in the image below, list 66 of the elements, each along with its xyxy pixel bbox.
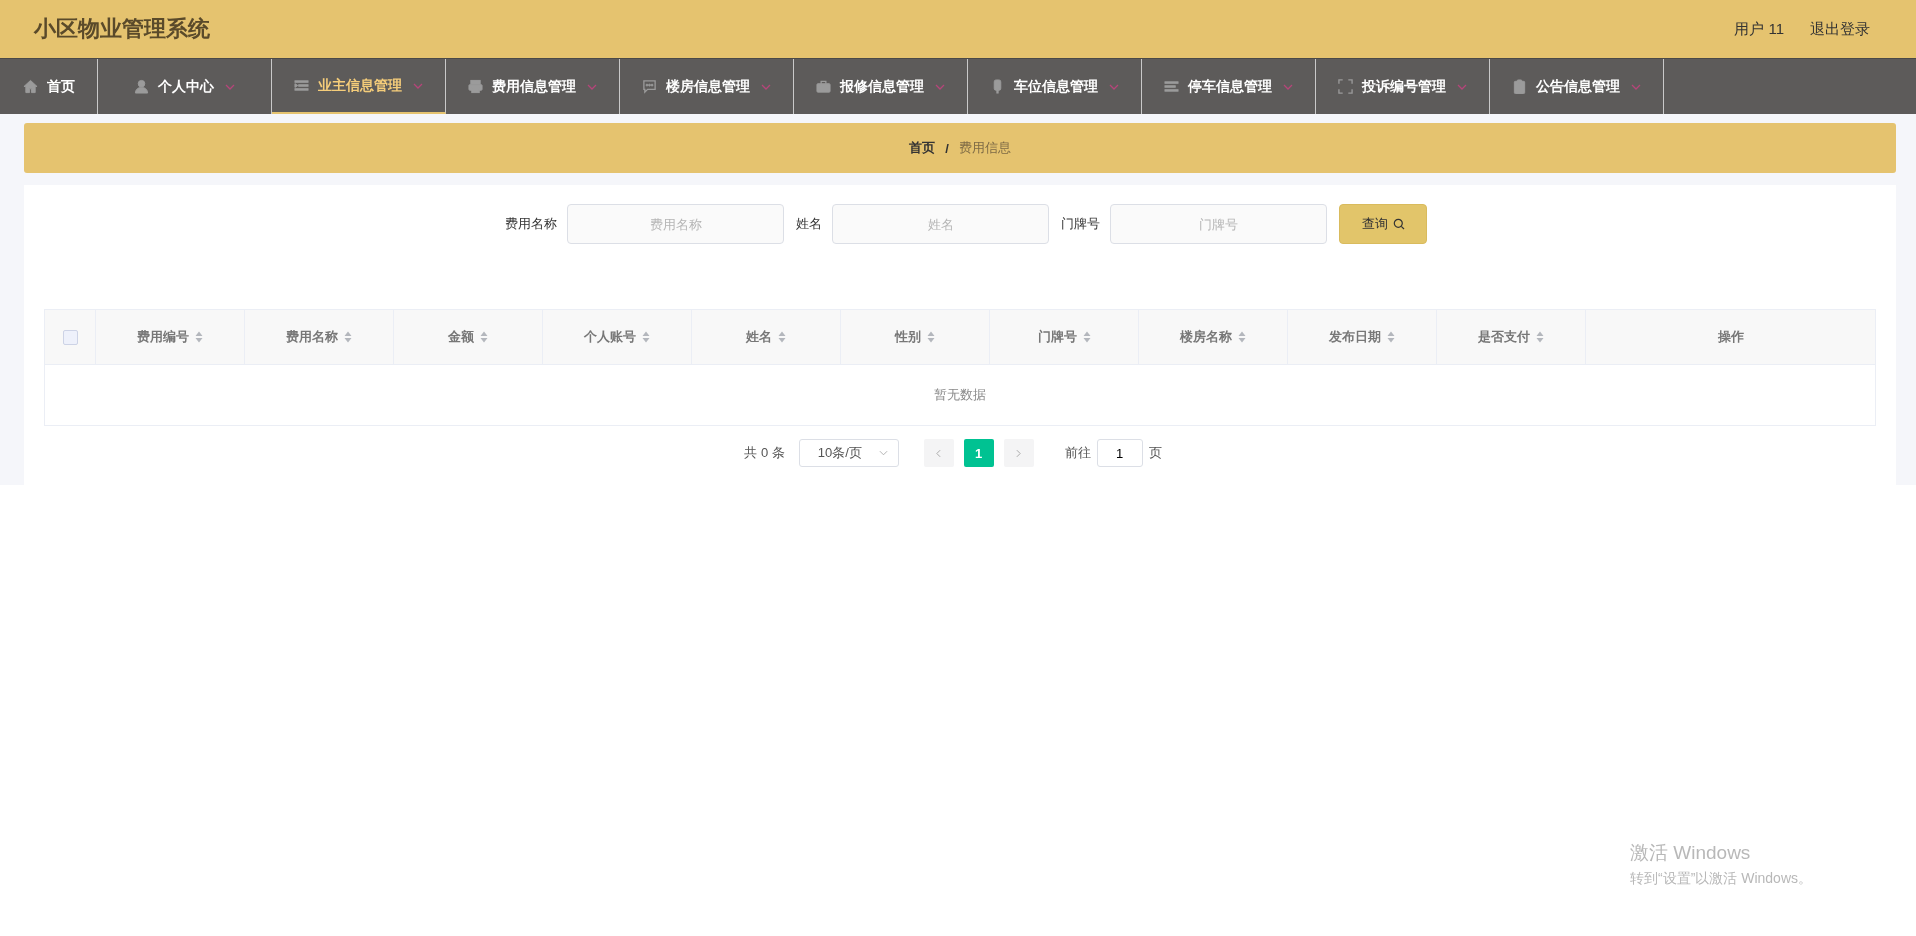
- search-field[interactable]: 门牌号: [1110, 204, 1327, 244]
- column-header: 操作: [1717, 328, 1744, 346]
- search-field[interactable]: 姓名: [832, 204, 1049, 244]
- column-header[interactable]: 性别: [895, 328, 921, 346]
- sort-icon[interactable]: [480, 331, 488, 343]
- goto-page-field[interactable]: 1: [1096, 439, 1143, 467]
- column-header[interactable]: 发布日期: [1329, 328, 1381, 346]
- sort-icon[interactable]: [195, 331, 203, 343]
- briefcase-icon: [816, 79, 831, 94]
- column-header[interactable]: 楼房名称: [1180, 328, 1232, 346]
- activation-text: 转到“设置”以激活 Windows。: [1630, 870, 1812, 888]
- search-button[interactable]: 查询: [1339, 204, 1427, 244]
- search-field[interactable]: 费用名称: [567, 204, 784, 244]
- column-header[interactable]: 是否支付: [1478, 328, 1530, 346]
- sort-icon[interactable]: [642, 331, 650, 343]
- select-all-checkbox[interactable]: [62, 329, 78, 345]
- prev-page-button[interactable]: [923, 439, 954, 467]
- chevron-down-icon: [935, 83, 945, 90]
- goto-label: 前往: [1064, 444, 1091, 462]
- search-icon: [1392, 218, 1405, 230]
- frame-icon: [1338, 79, 1353, 94]
- column-header[interactable]: 费用编号: [137, 328, 189, 346]
- total-count: 共 0 条: [744, 444, 785, 462]
- page-size-select[interactable]: 10条/页: [798, 439, 899, 467]
- column-header[interactable]: 门牌号: [1037, 328, 1077, 346]
- breadcrumb-separator: /: [945, 140, 949, 156]
- sort-icon[interactable]: [778, 331, 786, 343]
- chevron-down-icon: [1457, 83, 1467, 90]
- column-header[interactable]: 金额: [448, 328, 474, 346]
- sort-icon[interactable]: [1238, 331, 1246, 343]
- sort-icon[interactable]: [344, 331, 352, 343]
- chevron-down-icon: [413, 82, 423, 89]
- sort-icon[interactable]: [1536, 331, 1544, 343]
- column-header[interactable]: 费用名称: [286, 328, 338, 346]
- field-label: 费用名称: [505, 215, 557, 233]
- chevron-down-icon: [1283, 83, 1293, 90]
- column-header[interactable]: 个人账号: [584, 328, 636, 346]
- app-title: 小区物业管理系统: [34, 15, 210, 43]
- clipboard-icon: [1512, 79, 1527, 94]
- chevron-left-icon: [936, 448, 942, 458]
- list-icon: [294, 78, 309, 93]
- chevron-down-icon: [1109, 83, 1119, 90]
- sort-icon[interactable]: [1387, 331, 1395, 343]
- chat-icon: [642, 79, 657, 94]
- next-page-button[interactable]: [1003, 439, 1034, 467]
- chevron-down-icon: [1631, 83, 1641, 90]
- field-label: 门牌号: [1061, 215, 1100, 233]
- page-suffix: 页: [1148, 444, 1162, 462]
- chevron-down-icon: [587, 83, 597, 90]
- activation-title: 激活 Windows: [1630, 841, 1752, 865]
- user-icon: [134, 79, 149, 94]
- lines-icon: [1164, 79, 1179, 94]
- column-header[interactable]: 姓名: [746, 328, 772, 346]
- chevron-right-icon: [1016, 448, 1022, 458]
- caret-icon: [878, 450, 888, 456]
- chevron-down-icon: [225, 83, 235, 90]
- field-label: 姓名: [796, 215, 822, 233]
- home-icon: [22, 79, 38, 94]
- chevron-down-icon: [761, 83, 771, 90]
- sort-icon[interactable]: [1082, 331, 1091, 343]
- sort-icon[interactable]: [927, 331, 935, 343]
- empty-message: 暂无数据: [934, 386, 986, 404]
- user-name: 用户 11: [1734, 19, 1784, 39]
- printer-icon: [468, 79, 483, 94]
- breadcrumb-link[interactable]: 首页: [909, 139, 936, 157]
- logout-link[interactable]: 退出登录: [1810, 19, 1870, 39]
